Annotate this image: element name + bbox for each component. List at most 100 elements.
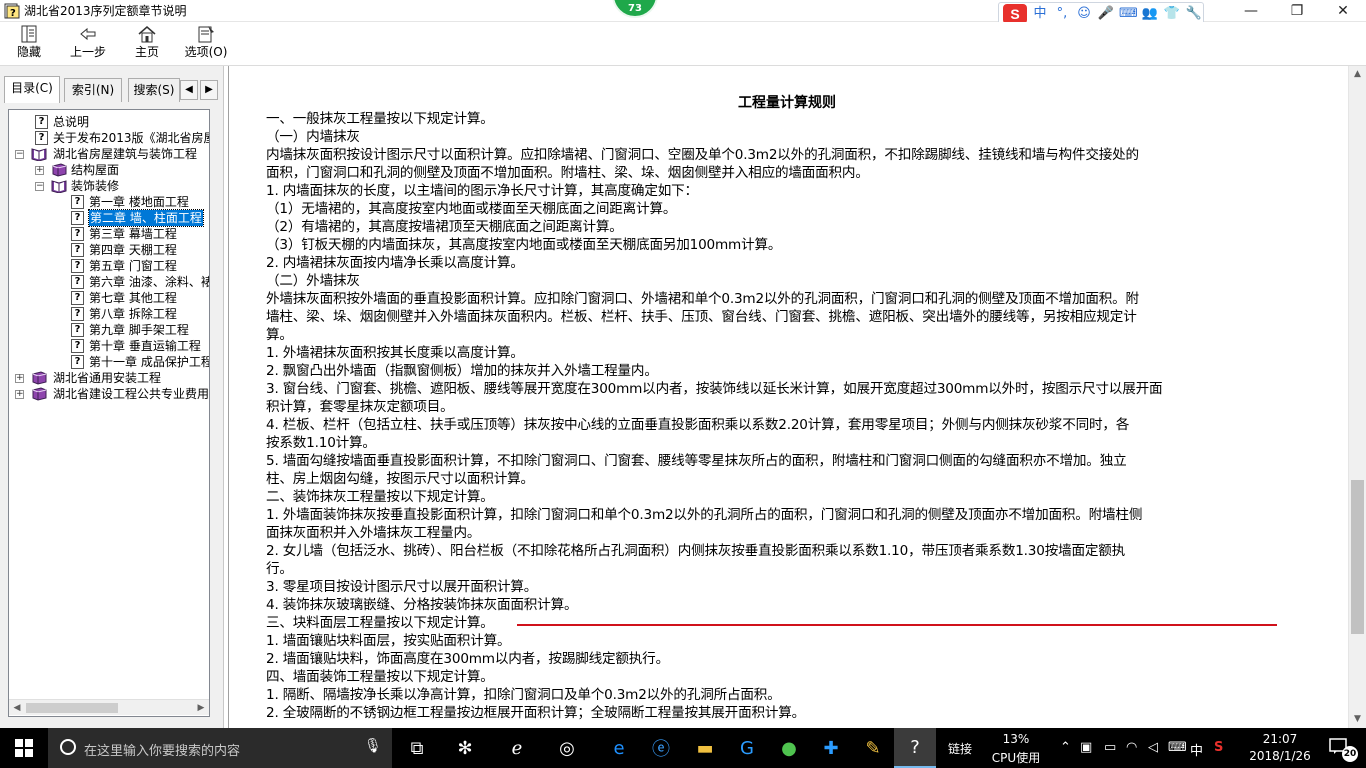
tree-item[interactable]: ? 第七章 其他工程 <box>9 290 209 306</box>
collapse-icon[interactable]: − <box>35 182 44 191</box>
tree-item[interactable]: ? 关于发布2013版《湖北省房屋 <box>9 130 209 146</box>
tab-index[interactable]: 索引(N) <box>64 78 122 102</box>
tree-item-label[interactable]: 第六章 油漆、涂料、裱 <box>89 274 209 290</box>
ime-lang-indicator[interactable]: 中 <box>1190 740 1203 759</box>
tree-item[interactable]: ? 第十一章 成品保护工程 <box>9 354 209 370</box>
scrollbar-thumb[interactable] <box>26 703 118 713</box>
tree-item[interactable]: ? 第二章 墙、柱面工程 <box>9 209 209 227</box>
scroll-left-arrow-icon[interactable]: ◀ <box>9 700 25 716</box>
floating-badge[interactable]: 73 <box>612 0 658 18</box>
battery-icon[interactable]: ▭ <box>1104 740 1116 755</box>
tree-item[interactable]: + 湖北省建设工程公共专业费用 <box>9 386 209 402</box>
tree-item[interactable]: + 结构屋面 <box>9 162 209 178</box>
tree-item-label[interactable]: 第八章 拆除工程 <box>89 306 177 322</box>
expand-icon[interactable]: + <box>15 374 24 383</box>
tree-item[interactable]: ? 总说明 <box>9 114 209 130</box>
tree-item[interactable]: + 湖北省通用安装工程 <box>9 370 209 386</box>
tree-item-label[interactable]: 第十一章 成品保护工程 <box>89 354 209 370</box>
g-app-icon[interactable]: G <box>726 728 768 768</box>
tab-scroll-left-button[interactable]: ◀ <box>180 80 198 100</box>
close-button[interactable]: ✕ <box>1320 0 1366 22</box>
swirl-app-icon[interactable]: ◎ <box>546 728 588 768</box>
sogou-logo-icon[interactable]: S <box>1003 4 1027 24</box>
tree-item-label[interactable]: 湖北省房屋建筑与装饰工程 <box>53 146 197 162</box>
options-button[interactable]: 选项(O) <box>182 24 230 64</box>
green-app-icon[interactable]: ● <box>768 728 810 768</box>
tree-item[interactable]: ? 第四章 天棚工程 <box>9 242 209 258</box>
tab-contents[interactable]: 目录(C) <box>4 76 60 103</box>
document-vertical-scrollbar[interactable]: ▲ ▼ <box>1348 66 1366 728</box>
tree-item[interactable]: ? 第八章 拆除工程 <box>9 306 209 322</box>
tree-item-label[interactable]: 第十章 垂直运输工程 <box>89 338 201 354</box>
tree-horizontal-scrollbar[interactable]: ◀ ▶ <box>9 699 209 715</box>
tree-item-label[interactable]: 第五章 门窗工程 <box>89 258 177 274</box>
tree-item[interactable]: − 装饰装修 <box>9 178 209 194</box>
tree-item-label[interactable]: 第九章 脚手架工程 <box>89 322 189 338</box>
notes-app-icon[interactable]: ✎ <box>852 728 894 768</box>
collapse-icon[interactable]: − <box>15 150 24 159</box>
tree-item[interactable]: − 湖北省房屋建筑与装饰工程 <box>9 146 209 162</box>
tree-item[interactable]: ? 第三章 幕墙工程 <box>9 226 209 242</box>
wifi-icon[interactable]: ◠ <box>1126 740 1137 755</box>
tree-item-label[interactable]: 第二章 墙、柱面工程 <box>88 209 204 227</box>
tree-item[interactable]: ? 第十章 垂直运输工程 <box>9 338 209 354</box>
action-center-button[interactable]: 20 <box>1328 736 1358 762</box>
tree-item-label[interactable]: 湖北省建设工程公共专业费用 <box>53 386 209 402</box>
tree-item-label[interactable]: 第四章 天棚工程 <box>89 242 177 258</box>
tree-item-label[interactable]: 第一章 楼地面工程 <box>89 194 189 210</box>
start-button[interactable] <box>0 728 48 768</box>
back-button[interactable]: 上一步 <box>66 24 110 64</box>
microphone-icon[interactable]: 🎙 <box>364 738 382 754</box>
tree-item-label[interactable]: 结构屋面 <box>71 162 119 178</box>
tray-expand-icon[interactable]: ⌃ <box>1060 740 1071 755</box>
taskbar-search-box[interactable]: 在这里输入你要搜索的内容 🎙 <box>48 728 392 768</box>
tree-item-label[interactable]: 关于发布2013版《湖北省房屋 <box>53 130 209 146</box>
tree-item-label[interactable]: 第七章 其他工程 <box>89 290 177 306</box>
ime-lang-toggle[interactable]: 中 <box>1031 5 1049 23</box>
tree-item[interactable]: ? 第九章 脚手架工程 <box>9 322 209 338</box>
ime-settings-icon[interactable]: 🔧 <box>1185 5 1203 23</box>
tree-item[interactable]: ? 第一章 楼地面工程 <box>9 194 209 210</box>
expand-icon[interactable]: + <box>15 390 24 399</box>
tree-item-label[interactable]: 装饰装修 <box>71 178 119 194</box>
tree-item-label[interactable]: 湖北省通用安装工程 <box>53 370 161 386</box>
volume-icon[interactable]: ◁ <box>1148 740 1158 755</box>
ime-voice-icon[interactable]: 🎤 <box>1097 5 1115 23</box>
edge-icon[interactable]: e <box>598 728 640 768</box>
help-page-icon: ? <box>35 131 48 145</box>
clock-date[interactable]: 2018/1/26 <box>1246 749 1314 763</box>
help-viewer-taskbar-icon[interactable]: ? <box>894 728 936 768</box>
ime-emoji-icon[interactable]: ☺ <box>1075 5 1093 23</box>
scroll-right-arrow-icon[interactable]: ▶ <box>193 700 209 716</box>
links-toolbar-label[interactable]: 链接 <box>948 740 972 757</box>
file-explorer-icon[interactable]: ▬ <box>684 728 726 768</box>
ime-skin-icon[interactable]: 👕 <box>1163 5 1181 23</box>
keyboard-icon[interactable]: ⌨ <box>1168 740 1187 755</box>
scroll-down-arrow-icon[interactable]: ▼ <box>1349 711 1366 728</box>
scroll-up-arrow-icon[interactable]: ▲ <box>1349 66 1366 83</box>
home-button[interactable]: 主页 <box>130 24 164 64</box>
tab-search[interactable]: 搜索(S) <box>128 78 180 102</box>
tree-item[interactable]: ? 第五章 门窗工程 <box>9 258 209 274</box>
tree-item-label[interactable]: 总说明 <box>53 114 89 130</box>
tray-device-icon[interactable]: ▣ <box>1080 740 1092 755</box>
blue-cross-app-icon[interactable]: ✚ <box>810 728 852 768</box>
ie-icon[interactable]: ⓔ <box>640 728 682 768</box>
tree-item[interactable]: ? 第六章 油漆、涂料、裱 <box>9 274 209 290</box>
fan-app-icon[interactable]: ✻ <box>444 728 486 768</box>
task-view-icon[interactable]: ⧉ <box>396 728 438 768</box>
browser-e-icon[interactable]: ℯ <box>496 728 538 768</box>
expand-icon[interactable]: + <box>35 166 44 175</box>
sogou-tray-icon[interactable]: S <box>1214 740 1223 755</box>
hide-button[interactable]: 隐藏 <box>10 24 48 64</box>
tree-item-label[interactable]: 第三章 幕墙工程 <box>89 226 177 242</box>
ime-keyboard-icon[interactable]: ⌨ <box>1119 5 1138 23</box>
tab-scroll-right-button[interactable]: ▶ <box>200 80 218 100</box>
clock-time[interactable]: 21:07 <box>1250 732 1310 746</box>
minimize-button[interactable]: — <box>1228 0 1274 22</box>
help-page-icon: ? <box>71 275 84 289</box>
maximize-button[interactable]: ❐ <box>1274 0 1320 22</box>
scrollbar-thumb[interactable] <box>1351 480 1364 634</box>
ime-user-icon[interactable]: 👥 <box>1141 5 1159 23</box>
ime-punct-icon[interactable]: °, <box>1053 5 1071 23</box>
